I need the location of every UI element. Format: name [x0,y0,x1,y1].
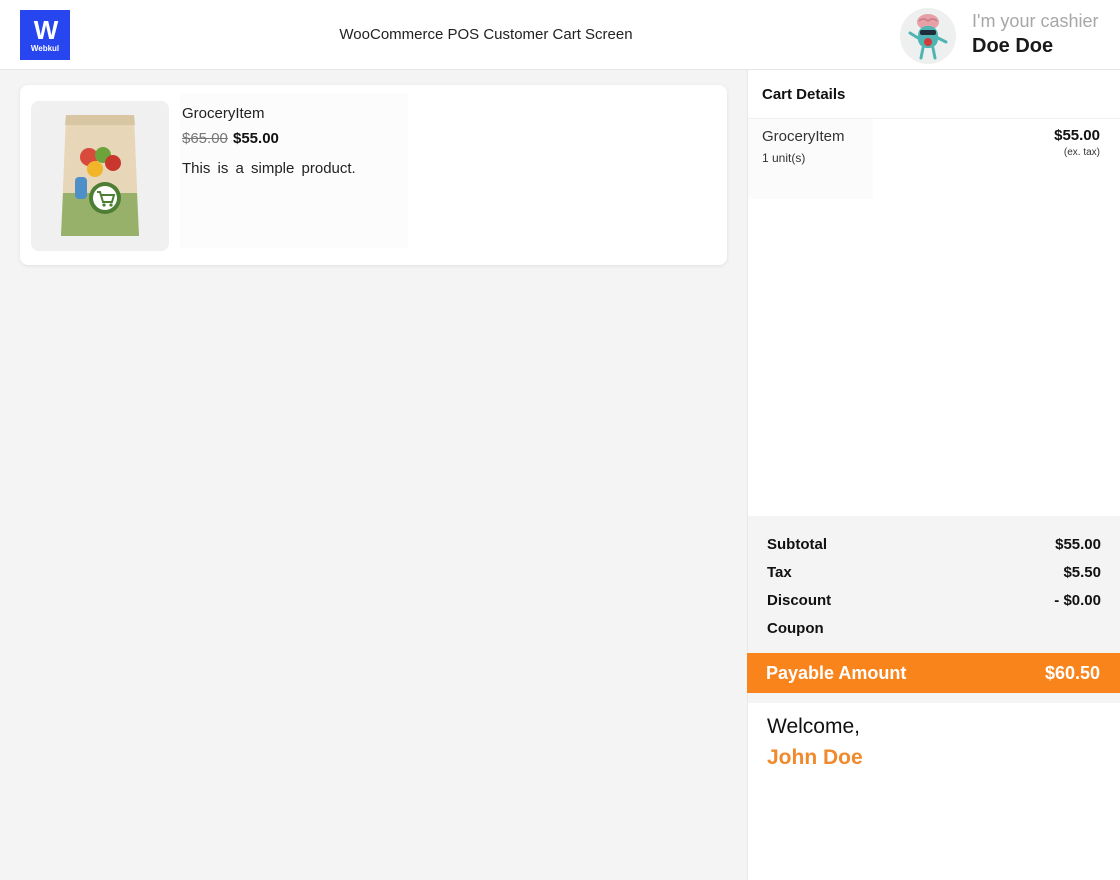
product-name: GroceryItem [182,105,265,122]
product-description: This is a simple product. [182,160,356,177]
payable-amount-bar: Payable Amount $60.50 [747,653,1120,693]
payable-label: Payable Amount [766,663,907,683]
welcome-greeting: Welcome, [767,715,860,738]
cashier-label: I'm your cashier [972,11,1099,31]
product-info: GroceryItem $65.00 $55.00 This is a simp… [180,93,408,248]
cart-item-tax-note: (ex. tax) [1063,147,1100,158]
payable-value: $60.50 [1044,663,1100,683]
discount-value: - $0.00 [1054,592,1101,609]
cart-title: Cart Details [762,86,846,103]
discount-row: Discount - $0.00 [767,592,1101,612]
product-image [31,101,169,251]
coupon-label: Coupon [767,620,824,637]
discount-label: Discount [767,592,832,609]
product-regular-price: $65.00 [182,130,228,147]
coupon-row: Coupon [767,620,1101,640]
cashier-avatar [900,8,956,64]
subtotal-label: Subtotal [767,536,827,553]
page-title: WooCommerce POS Customer Cart Screen [339,26,633,43]
divider [747,693,1120,703]
product-card[interactable]: GroceryItem $65.00 $55.00 This is a simp… [20,85,727,265]
cashier-name: Doe Doe [972,35,1054,57]
tax-label: Tax [767,564,792,581]
cart-details-panel: Cart Details GroceryItem 1 unit(s) $55.0… [747,70,1120,516]
cart-totals: Subtotal $55.00 Tax $5.50 Discount - $0.… [747,516,1120,653]
customer-name: John Doe [767,746,863,769]
product-sale-price: $55.00 [233,130,279,147]
logo-text: Webkul [30,43,60,53]
cashier-avatar-icon [900,8,956,64]
cart-line-item[interactable]: GroceryItem 1 unit(s) [748,119,873,199]
subtotal-row: Subtotal $55.00 [767,536,1101,556]
cart-item-quantity: 1 unit(s) [762,151,806,165]
cart-item-price: $55.00 [1054,127,1100,144]
welcome-panel: Welcome, John Doe [747,703,1120,880]
cart-item-name: GroceryItem [762,128,845,145]
subtotal-value: $55.00 [1055,536,1101,553]
top-header: W Webkul WooCommerce POS Customer Cart S… [0,0,1120,70]
tax-value: $5.50 [1063,564,1101,581]
grocery-bag-icon [61,115,139,236]
tax-row: Tax $5.50 [767,564,1101,584]
